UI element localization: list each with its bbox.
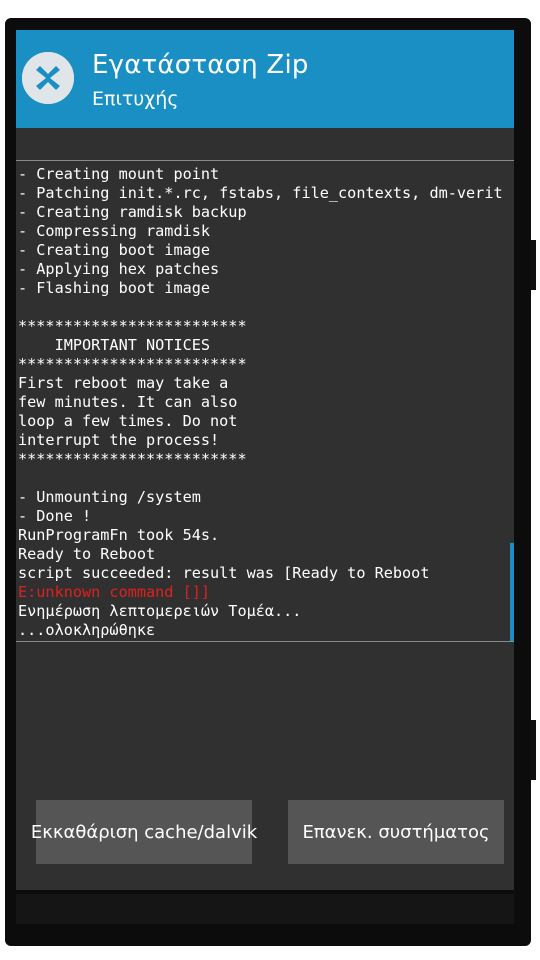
navigation-bar: [16, 894, 514, 924]
console-line: - Creating ramdisk backup: [18, 203, 247, 221]
console-line: - Flashing boot image: [18, 279, 211, 297]
device-edge-top: [530, 240, 536, 290]
twrp-logo-icon: [22, 52, 74, 104]
console-line: loop a few times. Do not: [18, 412, 238, 430]
console-line: *************************: [18, 450, 247, 468]
device-edge-bottom: [530, 720, 536, 780]
console-line: *************************: [18, 317, 247, 335]
console-line: Ενημέρωση λεπτομερειών Τομέα...: [18, 602, 302, 620]
console-scrollbar[interactable]: [510, 543, 514, 641]
console-line: - Done !: [18, 507, 92, 525]
console-line: E:unknown command []]: [18, 583, 211, 601]
status-subtitle: Επιτυχής: [92, 88, 179, 110]
header-bar: Εγατάσταση Zip Επιτυχής: [16, 30, 514, 128]
wipe-cache-dalvik-button[interactable]: Εκκαθάριση cache/dalvik: [31, 800, 257, 864]
console-line: IMPORTANT NOTICES: [18, 336, 211, 354]
console-log[interactable]: - Creating mount point - Patching init.*.…: [16, 160, 514, 642]
console-line: RunProgramFn took 54s.: [18, 526, 220, 544]
console-line: Ready to Reboot: [18, 545, 156, 563]
console-line: - Applying hex patches: [18, 260, 220, 278]
console-line: script succeeded: result was [Ready to R…: [18, 564, 430, 582]
console-line: - Patching init.*.rc, fstabs, file_conte…: [18, 184, 503, 202]
console-line: ...ολοκληρώθηκε: [18, 621, 156, 639]
console-lines: - Creating mount point - Patching init.*.…: [18, 165, 514, 640]
reboot-system-button[interactable]: Επανεκ. συστήματος: [288, 800, 504, 864]
console-line: few minutes. It can also: [18, 393, 238, 411]
console-line: First reboot may take a: [18, 374, 229, 392]
page-title: Εγατάσταση Zip: [92, 50, 309, 80]
twrp-screen: Εγατάσταση Zip Επιτυχής - Creating mount…: [16, 30, 514, 890]
console-line: - Creating mount point: [18, 165, 220, 183]
console-line: - Unmounting /system: [18, 488, 201, 506]
console-line: *************************: [18, 355, 247, 373]
console-line: interrupt the process!: [18, 431, 220, 449]
console-line: - Creating boot image: [18, 241, 211, 259]
console-line: - Compressing ramdisk: [18, 222, 211, 240]
